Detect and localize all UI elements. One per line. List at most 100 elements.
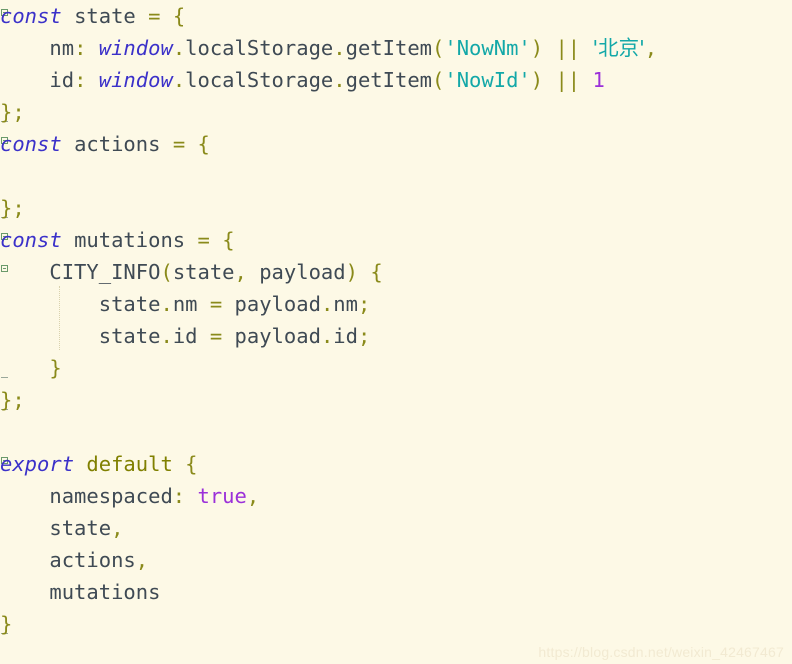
code-token: =: [209, 292, 223, 316]
watermark: https://blog.csdn.net/weixin_42467467: [538, 644, 784, 660]
code-line[interactable]: const state = {: [0, 0, 792, 32]
code-token: id: [172, 324, 198, 348]
code-line[interactable]: }: [0, 608, 792, 640]
code-token: ||: [555, 68, 581, 92]
code-token: state: [98, 324, 161, 348]
code-line[interactable]: actions,: [0, 544, 792, 576]
code-token: ,: [111, 516, 124, 540]
code-line[interactable]: }: [0, 352, 792, 384]
code-line[interactable]: };: [0, 96, 792, 128]
code-token: nm: [49, 36, 75, 60]
code-token: ): [345, 260, 358, 284]
code-token: id: [49, 68, 75, 92]
code-token: };: [0, 100, 25, 124]
code-line[interactable]: state.nm = payload.nm;: [0, 288, 792, 320]
code-token: =: [172, 132, 186, 156]
code-line[interactable]: namespaced: true,: [0, 480, 792, 512]
code-surface[interactable]: const state = { nm: window.localStorage.…: [0, 0, 792, 664]
code-token: (: [160, 260, 173, 284]
code-token: ,: [234, 260, 247, 284]
code-token: };: [0, 388, 25, 412]
code-token: .: [320, 292, 334, 316]
code-token: {: [222, 228, 235, 252]
code-token: .: [172, 36, 186, 60]
code-line[interactable]: id: window.localStorage.getItem('NowId')…: [0, 64, 792, 96]
code-token: nm: [172, 292, 198, 316]
code-token: const: [0, 4, 62, 28]
code-token: ): [530, 68, 544, 92]
code-token: mutations: [74, 228, 186, 252]
code-token: actions: [74, 132, 161, 156]
code-token: state: [74, 4, 136, 28]
code-line[interactable]: nm: window.localStorage.getItem('NowNm')…: [0, 32, 792, 64]
code-token: 'NowId': [444, 68, 531, 92]
code-token: }: [0, 612, 13, 636]
code-token: }: [49, 356, 62, 380]
code-line[interactable]: };: [0, 192, 792, 224]
code-line[interactable]: export default {: [0, 448, 792, 480]
code-token: ;: [357, 324, 371, 348]
code-line[interactable]: [0, 416, 792, 448]
code-token: ,: [644, 36, 658, 60]
code-token: .: [333, 68, 346, 92]
code-token: {: [197, 132, 210, 156]
code-token: .: [160, 324, 173, 348]
code-token: getItem: [345, 36, 433, 60]
code-token: =: [148, 4, 161, 28]
code-token: payload: [234, 292, 321, 316]
code-token: (: [432, 36, 445, 60]
code-token: .: [333, 36, 346, 60]
code-token: {: [185, 452, 198, 476]
code-token: =: [209, 324, 223, 348]
code-line[interactable]: CITY_INFO(state, payload) {: [0, 256, 792, 288]
code-token: true: [197, 484, 247, 508]
code-line[interactable]: const actions = {: [0, 128, 792, 160]
code-line[interactable]: };: [0, 384, 792, 416]
code-token: :: [172, 484, 186, 508]
code-line[interactable]: [0, 160, 792, 192]
code-token: ;: [357, 292, 371, 316]
code-token: payload: [234, 324, 321, 348]
code-token: =: [197, 228, 210, 252]
code-line[interactable]: state,: [0, 512, 792, 544]
code-line[interactable]: state.id = payload.id;: [0, 320, 792, 352]
code-token: ,: [246, 484, 260, 508]
code-token: export: [0, 452, 75, 476]
code-token: const: [0, 132, 62, 156]
code-token: state: [172, 260, 235, 284]
code-line[interactable]: const mutations = {: [0, 224, 792, 256]
code-token: 'NowNm': [444, 36, 531, 60]
code-token: '北京': [592, 36, 645, 60]
code-editor[interactable]: const state = { nm: window.localStorage.…: [0, 0, 792, 664]
code-line[interactable]: mutations: [0, 576, 792, 608]
code-token: ,: [135, 548, 149, 572]
code-token: ||: [555, 36, 581, 60]
code-token: default: [86, 452, 173, 476]
